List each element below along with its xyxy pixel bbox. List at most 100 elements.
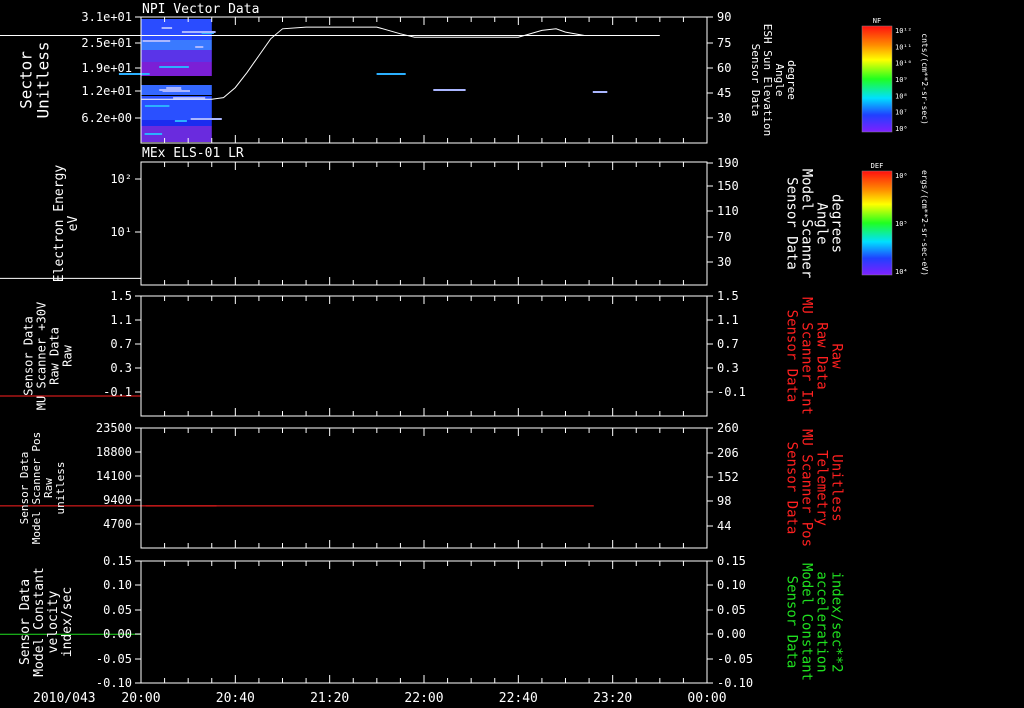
y-tick-label: 206 (717, 446, 739, 460)
right-axis-label: Raw (829, 343, 845, 369)
time-tick-label: 20:40 (216, 691, 255, 706)
colorbar-tick-label: 10⁶ (895, 172, 908, 180)
panel-model-constant: 0.15 0.10 0.05 0.00 -0.05 -0.10 0.15 0.10 0.05 0.… (0, 554, 753, 690)
left-axis-label: Unitless (34, 41, 53, 118)
colorbars: NF 10¹² 10¹¹ 10¹⁰ 10⁹ 10⁸ 10⁷ 10⁶ cnts/(cm**2-sr… (861, 17, 929, 276)
time-tick-label: 21:20 (310, 691, 349, 706)
y-tick-label: 1.5 (717, 289, 739, 303)
colorbar-tick-label: 10¹⁰ (895, 60, 912, 68)
right-axis-label: Sensor Data (749, 44, 762, 117)
heatmap-cell (174, 120, 187, 122)
y-tick-label: 9400 (103, 493, 132, 507)
y-tick-label: 1.2e+01 (81, 84, 132, 98)
time-tick-label: 22:00 (404, 691, 443, 706)
panel-frame (140, 427, 708, 549)
time-tick-label: 23:20 (593, 691, 632, 706)
heatmap-cell (181, 31, 216, 33)
colorbar (861, 170, 893, 276)
right-axis-label: Raw Data (814, 322, 830, 389)
left-axis-label: Raw (61, 344, 75, 366)
panel-scanner-pos: 23500 18800 14100 9400 4700 260 206 152 98 44 (0, 421, 739, 549)
colorbar-label: DEF (871, 162, 884, 170)
y-tick-label: 90 (717, 10, 731, 24)
y-tick-label: 30 (717, 255, 731, 269)
colorbar-tick-label: 10⁸ (895, 92, 908, 100)
time-tick-label: 22:40 (499, 691, 538, 706)
time-tick-label: 00:00 (687, 691, 726, 706)
y-tick-label: 10¹ (110, 225, 132, 239)
panel-npi-vector-data: NPI Vector Data 3.1e+01 2.5e+01 1.9e+01 1.2… (0, 2, 731, 144)
panel-scanner-raw: 1.5 1.1 0.7 0.3 -0.1 1.5 1.1 0.7 0.3 -0.1 (0, 289, 746, 417)
colorbar-tick-label: 10⁶ (895, 125, 908, 133)
panel-ticks: 0.15 0.10 0.05 0.00 -0.05 -0.10 0.15 0.10 0.05 0.… (96, 554, 753, 690)
right-axis-label: Angle (773, 63, 786, 96)
time-axis: 2010/043 20:00 20:40 21:20 22:00 22:40 23:20 0… (33, 691, 727, 706)
y-tick-label: 0.05 (103, 603, 132, 617)
right-axis-label: Model Constant (799, 563, 815, 681)
colorbar-label: NF (873, 17, 881, 25)
right-axis-label: MU Scanner Pos (799, 429, 815, 547)
left-axis-label: Sensor Data (22, 316, 36, 395)
left-axis-label: eV (66, 216, 81, 232)
y-tick-label: 110 (717, 204, 739, 218)
y-tick-label: 150 (717, 179, 739, 193)
right-axis-label: MU Scanner Int (799, 297, 815, 415)
y-tick-label: 14100 (96, 469, 132, 483)
right-axis-label: Sensor Data (784, 177, 800, 270)
y-tick-label: 2.5e+01 (81, 36, 132, 50)
left-axis-label: velocity (46, 591, 61, 654)
y-tick-label: 0.00 (103, 627, 132, 641)
left-axis-label: index/sec (60, 587, 75, 657)
heatmap-cell (141, 50, 212, 62)
y-tick-label: 260 (717, 421, 739, 435)
colorbar (861, 25, 893, 133)
y-tick-label: 45 (717, 86, 731, 100)
panel-title-els: MEx ELS-01 LR (142, 146, 244, 161)
y-tick-label: -0.05 (96, 652, 132, 666)
y-tick-label: 60 (717, 61, 731, 75)
y-tick-label: 10² (110, 172, 132, 186)
y-tick-label: 23500 (96, 421, 132, 435)
y-tick-label: 0.15 (717, 554, 746, 568)
heatmap-cell (141, 62, 212, 76)
panel-ticks: 10² 10¹ 190 150 110 70 30 (110, 156, 739, 285)
y-tick-label: 0.10 (103, 578, 132, 592)
colorbar-tick-label: 10¹² (895, 27, 912, 35)
y-tick-label: -0.10 (96, 676, 132, 690)
left-axis-label: Sensor Data (18, 579, 33, 665)
colorbar-tick-label: 10⁹ (895, 76, 908, 84)
y-tick-label: 0.05 (717, 603, 746, 617)
y-tick-label: -0.10 (717, 676, 753, 690)
right-axis-label: degrees (829, 194, 845, 253)
y-tick-label: 1.9e+01 (81, 61, 132, 75)
panel-title-npi: NPI Vector Data (142, 2, 259, 17)
y-tick-label: 4700 (103, 517, 132, 531)
y-tick-label: 6.2e+00 (81, 111, 132, 125)
colorbar-tick-label: 10⁷ (895, 109, 908, 117)
heatmap-cell (162, 90, 190, 92)
y-tick-label: 1.1 (110, 313, 132, 327)
right-axis-label: degree (785, 60, 798, 100)
heatmap-cell (433, 89, 466, 91)
y-tick-label: 0.10 (717, 578, 746, 592)
y-tick-label: 1.1 (717, 313, 739, 327)
heatmap-cell (141, 19, 212, 40)
heatmap-cell (173, 97, 206, 99)
right-axis-label: Sensor Data (784, 576, 800, 669)
right-axis-label: Angle (814, 202, 830, 244)
y-tick-label: 0.3 (110, 361, 132, 375)
y-tick-label: 0.7 (717, 337, 739, 351)
y-tick-label: 190 (717, 156, 739, 170)
right-axis-label: Sensor Data (784, 442, 800, 535)
heatmap-cell (161, 27, 173, 29)
y-tick-label: 30 (717, 111, 731, 125)
panel-ticks: 1.5 1.1 0.7 0.3 -0.1 1.5 1.1 0.7 0.3 -0.1 (103, 289, 746, 416)
y-tick-label: 18800 (96, 445, 132, 459)
right-axis-label: Telemetry (814, 450, 830, 526)
colorbar-units: cnts/(cm**2-sr-sec) (920, 33, 929, 125)
left-axis-label: Model Constant (32, 567, 47, 677)
date-label: 2010/043 (33, 691, 96, 706)
panel-ticks: 23500 18800 14100 9400 4700 260 206 152 98 44 (96, 421, 739, 548)
heatmap-cell (144, 105, 170, 107)
colorbar-units: ergs/(cm**2-sr-sec-eV) (920, 170, 929, 276)
